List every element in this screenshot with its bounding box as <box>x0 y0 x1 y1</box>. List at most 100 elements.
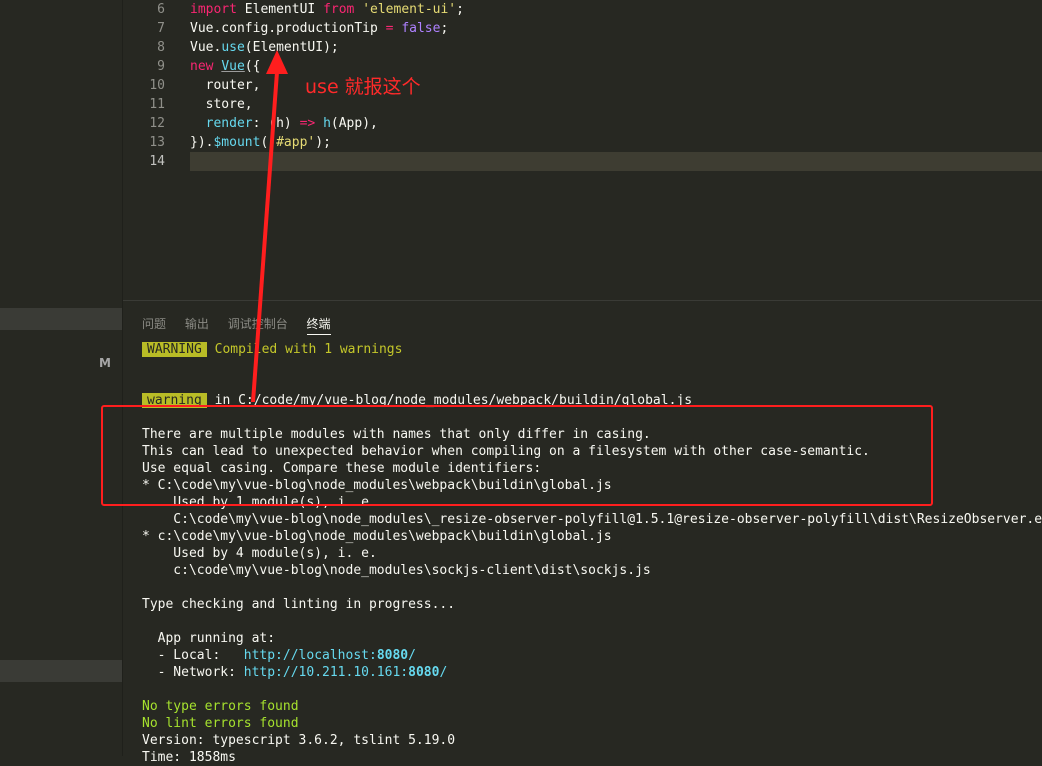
sidebar-selected-row[interactable] <box>0 308 122 330</box>
code-token: Vue.config.productionTip <box>190 21 386 36</box>
bottom-panel: 问题 输出 调试控制台 终端 WARNING Compiled with 1 w… <box>123 300 1042 765</box>
code-text: store, <box>190 95 253 114</box>
code-token: ; <box>456 2 464 17</box>
code-token: ({ <box>244 59 261 74</box>
code-text: new Vue({ <box>190 57 260 76</box>
line-number: 6 <box>157 2 165 17</box>
code-text: render: (h) => h(App), <box>190 114 378 133</box>
tab-terminal[interactable]: 终端 <box>306 315 331 335</box>
line-number: 13 <box>149 135 165 150</box>
network-url-link[interactable]: http://10.211.10.161:8080/ <box>244 665 448 680</box>
line-number: 10 <box>149 78 165 93</box>
tab-problems[interactable]: 问题 <box>142 315 166 332</box>
terminal-line: Use equal casing. Compare these module i… <box>142 461 542 476</box>
network-url-host: http://10.211.10.161: <box>243 665 409 680</box>
line-number: 14 <box>149 154 165 169</box>
code-token: router, <box>190 78 261 93</box>
local-url-tail: / <box>408 648 416 663</box>
line-number: 9 <box>157 59 165 74</box>
code-editor[interactable]: 6 import ElementUI from 'element-ui'; 7 Vue… <box>123 0 1042 300</box>
network-label: - Network: <box>142 665 244 680</box>
local-url-port: 8080 <box>376 648 409 663</box>
code-token: h <box>323 116 331 131</box>
code-line[interactable]: 6 import ElementUI from 'element-ui'; <box>123 0 1042 19</box>
compile-status-line: WARNING Compiled with 1 warnings <box>142 341 402 358</box>
warning-badge: WARNING <box>142 342 207 357</box>
code-token: ; <box>440 21 449 36</box>
network-url-port: 8080 <box>408 665 440 680</box>
local-url-host: http://localhost: <box>243 648 377 663</box>
terminal-line: * C:\code\my\vue-blog\node_modules\webpa… <box>142 478 612 493</box>
no-lint-errors: No lint errors found <box>142 716 299 731</box>
code-token: Vue <box>221 59 245 74</box>
code-text: router, <box>190 76 261 95</box>
panel-tabs: 问题 输出 调试控制台 终端 <box>142 315 346 335</box>
code-token: $mount <box>213 135 261 150</box>
warning-tag: warning <box>142 393 207 408</box>
terminal-line: c:\code\my\vue-blog\node_modules\sockjs-… <box>142 563 651 578</box>
tab-debug-console[interactable]: 调试控制台 <box>228 315 288 332</box>
current-line-highlight <box>190 152 1042 171</box>
local-label: - Local: <box>142 648 244 663</box>
code-token: store, <box>190 97 253 112</box>
no-type-errors: No type errors found <box>142 699 299 714</box>
tab-output[interactable]: 输出 <box>185 315 209 332</box>
local-url-line: - Local: http://localhost:8080/ <box>142 647 416 664</box>
code-token: => <box>299 116 316 131</box>
code-line[interactable]: 11 store, <box>123 95 1042 114</box>
code-text: Vue.use(ElementUI); <box>190 38 339 57</box>
time-line: Time: 1858ms <box>142 750 236 765</box>
code-token: false <box>401 21 441 36</box>
terminal-line: Used by 1 module(s), i. e. <box>142 495 377 510</box>
app-running-label: App running at: <box>142 631 276 646</box>
sidebar: M <box>0 0 123 756</box>
line-number: 11 <box>149 97 165 112</box>
code-line[interactable]: 7 Vue.config.productionTip = false; <box>123 19 1042 38</box>
code-token: : (h) <box>252 116 300 131</box>
code-token: }). <box>190 135 214 150</box>
code-token: (ElementUI); <box>244 40 339 55</box>
code-token: new <box>190 59 214 74</box>
code-token: render <box>205 116 253 131</box>
annotation-label: use 就报这个 <box>305 76 421 98</box>
code-line[interactable]: 12 render: (h) => h(App), <box>123 114 1042 133</box>
code-token: Vue. <box>190 40 222 55</box>
code-token: ); <box>315 135 331 150</box>
terminal-line: Used by 4 module(s), i. e. <box>142 546 377 561</box>
network-url-tail: / <box>439 665 448 680</box>
terminal-line: This can lead to unexpected behavior whe… <box>142 444 870 459</box>
terminal-line: There are multiple modules with names th… <box>142 427 651 442</box>
modified-badge: M <box>99 356 111 370</box>
type-check-status: Type checking and linting in progress... <box>142 597 456 612</box>
code-token: from <box>323 2 355 17</box>
line-number: 12 <box>149 116 165 131</box>
version-line: Version: typescript 3.6.2, tslint 5.19.0 <box>142 733 456 748</box>
code-text: Vue.config.productionTip = false; <box>190 19 448 38</box>
code-line[interactable]: 10 router, <box>123 76 1042 95</box>
code-token: (App), <box>330 116 378 131</box>
sidebar-selected-row-2[interactable] <box>0 660 122 682</box>
warning-line: warning in C:/code/my/vue-blog/node_modu… <box>142 392 692 409</box>
code-token: ElementUI <box>236 2 324 17</box>
code-text: }).$mount('#app'); <box>190 133 331 152</box>
code-token: = <box>385 21 394 36</box>
terminal-line: * c:\code\my\vue-blog\node_modules\webpa… <box>142 529 612 544</box>
code-line[interactable]: 8 Vue.use(ElementUI); <box>123 38 1042 57</box>
line-number: 7 <box>157 21 165 36</box>
terminal-line: C:\code\my\vue-blog\node_modules\_resize… <box>142 512 1042 527</box>
compile-status: Compiled with 1 warnings <box>214 342 403 357</box>
warning-path: in C:/code/my/vue-blog/node_modules/webp… <box>206 393 693 408</box>
code-line[interactable]: 13 }).$mount('#app'); <box>123 133 1042 152</box>
code-token: '#app' <box>268 135 316 150</box>
network-url-line: - Network: http://10.211.10.161:8080/ <box>142 664 448 681</box>
code-line[interactable]: 9 new Vue({ <box>123 57 1042 76</box>
code-line[interactable]: 14 <box>123 152 1042 171</box>
code-text: import ElementUI from 'element-ui'; <box>190 0 464 19</box>
line-number: 8 <box>157 40 165 55</box>
local-url-link[interactable]: http://localhost:8080/ <box>244 648 416 663</box>
code-token: 'element-ui' <box>362 2 457 17</box>
code-token: import <box>190 2 237 17</box>
code-token: use <box>221 40 245 55</box>
